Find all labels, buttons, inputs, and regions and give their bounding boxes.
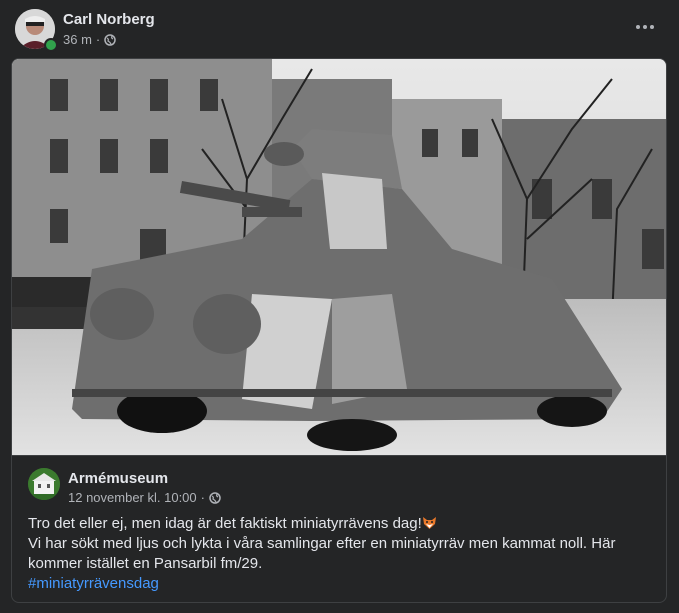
armored-car-photo[interactable] — [12, 59, 666, 455]
post-time[interactable]: 36 m — [63, 32, 92, 47]
meta-separator: · — [200, 490, 205, 505]
page-avatar[interactable] — [28, 468, 60, 500]
online-status-dot — [44, 38, 58, 52]
text-line-1: Tro det eller ej, men idag är det faktis… — [28, 515, 422, 532]
shared-post-text: Tro det eller ej, men idag är det faktis… — [28, 514, 648, 594]
page-name[interactable]: Armémuseum — [68, 470, 168, 487]
shared-post-date[interactable]: 12 november kl. 10:00 — [68, 490, 197, 505]
post-meta: 36 m · — [63, 32, 116, 47]
author-name[interactable]: Carl Norberg — [63, 11, 155, 28]
more-options-icon[interactable] — [633, 17, 657, 37]
globe-icon — [104, 33, 116, 46]
post-header: Carl Norberg 36 m · — [15, 9, 665, 52]
text-line-2: Vi har sökt med ljus och lykta i våra sa… — [28, 535, 616, 572]
meta-separator: · — [95, 32, 101, 47]
globe-icon — [209, 491, 221, 504]
hashtag-link[interactable]: #miniatyrrävensdag — [28, 575, 159, 592]
shared-post-meta: 12 november kl. 10:00 · — [68, 490, 221, 505]
fox-face-icon — [422, 515, 437, 530]
shared-post-body: Armémuseum 12 november kl. 10:00 · Tro d… — [12, 455, 666, 602]
shared-post-card[interactable]: Armémuseum 12 november kl. 10:00 · Tro d… — [11, 58, 667, 603]
